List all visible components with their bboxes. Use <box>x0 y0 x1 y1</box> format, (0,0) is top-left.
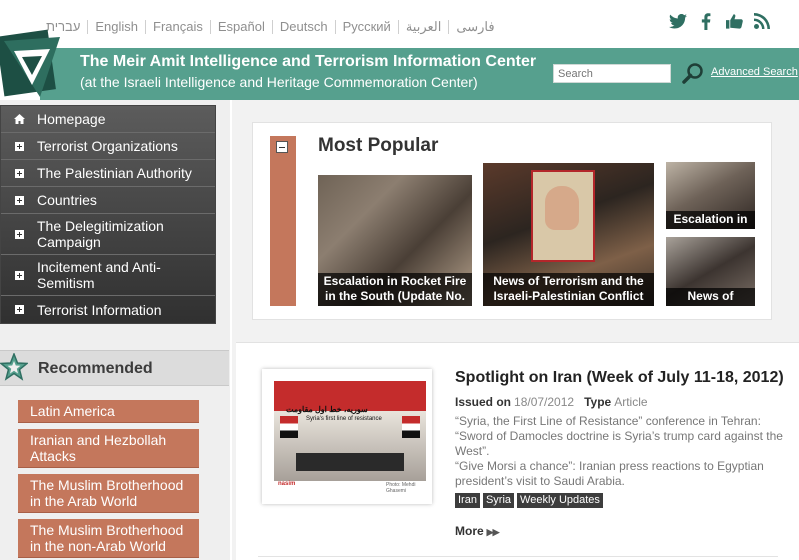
issued-label: Issued on <box>455 395 512 409</box>
lang-arabic[interactable]: العربية <box>399 20 450 34</box>
expand-icon <box>1 168 37 178</box>
facebook-icon[interactable] <box>697 12 715 30</box>
social-links <box>669 12 771 30</box>
type-value: Article <box>614 395 648 409</box>
image-brand: nasim <box>278 481 296 487</box>
popular-item-caption[interactable]: News of Terrorism and the Israeli-Palest… <box>483 273 654 306</box>
article-image[interactable]: سوريه، خط اول مقاومت Syria's first line … <box>274 381 426 492</box>
popular-item-caption[interactable]: News of <box>666 288 755 306</box>
main-nav: Homepage Terrorist Organizations The Pal… <box>0 105 216 324</box>
expand-icon <box>1 141 37 151</box>
expand-icon <box>1 305 37 314</box>
most-popular-title: Most Popular <box>318 135 439 156</box>
article-tags: Iran Syria Weekly Updates <box>455 493 603 508</box>
poster-portrait <box>545 186 579 230</box>
nav-item-palestinian-authority[interactable]: The Palestinian Authority <box>1 160 215 187</box>
issued-date: 18/07/2012 <box>514 395 575 409</box>
like-icon[interactable] <box>725 12 743 30</box>
nav-item-incitement[interactable]: Incitement and Anti-Semitism <box>1 255 215 296</box>
lang-russian[interactable]: Русский <box>336 20 399 34</box>
star-icon <box>0 351 30 381</box>
popular-item-1[interactable]: Escalation in Rocket Fire in the South (… <box>318 175 472 306</box>
nav-item-delegitimization[interactable]: The Delegitimization Campaign <box>1 214 215 255</box>
recommended-list: Latin America Iranian and Hezbollah Atta… <box>18 400 199 560</box>
recommended-item[interactable]: The Muslim Brotherhood in the Arab World <box>18 474 199 513</box>
nav-item-label: Terrorist Information <box>37 301 162 318</box>
type-label: Type <box>584 395 612 409</box>
site-logo[interactable] <box>0 27 72 103</box>
home-icon <box>1 114 37 124</box>
popular-item-caption[interactable]: Escalation in <box>666 211 755 229</box>
article-title[interactable]: Spotlight on Iran (Week of July 11-18, 2… <box>455 369 784 387</box>
nav-item-label: The Delegitimization Campaign <box>37 218 164 250</box>
popular-item-caption[interactable]: Escalation in Rocket Fire in the South (… <box>318 273 472 306</box>
nav-item-label: Countries <box>37 192 97 208</box>
flag-icon <box>402 416 420 438</box>
recommended-title: Recommended <box>38 360 153 377</box>
popular-item-3[interactable]: Escalation in <box>666 162 755 229</box>
search-icon[interactable] <box>682 62 704 84</box>
nav-item-countries[interactable]: Countries <box>1 187 215 214</box>
recommended-item[interactable]: The Muslim Brotherhood in the non-Arab W… <box>18 519 199 558</box>
lang-english[interactable]: English <box>88 20 147 34</box>
article-summary: “Syria, the First Line of Resistance” co… <box>455 414 785 489</box>
nav-item-label: Homepage <box>37 111 106 127</box>
flag-icon <box>280 416 298 438</box>
lang-french[interactable]: Français <box>146 20 211 34</box>
nav-item-label: Terrorist Organizations <box>37 138 178 154</box>
nav-item-label: The Palestinian Authority <box>37 165 192 181</box>
panel-side-bar <box>270 136 296 306</box>
rss-icon[interactable] <box>753 12 771 30</box>
site-title[interactable]: The Meir Amit Intelligence and Terrorism… <box>80 53 536 71</box>
article-meta: Issued on 18/07/2012 Type Article <box>455 395 658 409</box>
image-credit: Photo: Mehdi Ghasemi <box>386 482 416 492</box>
summary-line: “Sword of Damocles doctrine is Syria’s t… <box>455 429 783 458</box>
recommended-item[interactable]: Iranian and Hezbollah Attacks <box>18 429 199 468</box>
expand-icon <box>1 270 37 280</box>
image-banner-subtext: Syria's first line of resistance <box>306 416 382 422</box>
tag-iran[interactable]: Iran <box>455 493 480 508</box>
nav-item-homepage[interactable]: Homepage <box>1 106 215 133</box>
lang-spanish[interactable]: Español <box>211 20 273 34</box>
site-subtitle: (at the Israeli Intelligence and Heritag… <box>80 74 478 90</box>
language-bar: עברית English Français Español Deutsch Р… <box>46 18 502 36</box>
tag-weekly-updates[interactable]: Weekly Updates <box>517 493 603 508</box>
nav-item-terrorist-information[interactable]: Terrorist Information <box>1 296 215 323</box>
nav-item-terrorist-organizations[interactable]: Terrorist Organizations <box>1 133 215 160</box>
lang-german[interactable]: Deutsch <box>273 20 336 34</box>
popular-item-4[interactable]: News of <box>666 237 755 306</box>
recommended-item[interactable]: Latin America <box>18 400 199 423</box>
nav-item-label: Incitement and Anti-Semitism <box>37 259 161 291</box>
summary-line: “Syria, the First Line of Resistance” co… <box>455 414 761 428</box>
tag-syria[interactable]: Syria <box>482 493 515 508</box>
collapse-icon[interactable] <box>276 141 288 153</box>
twitter-icon[interactable] <box>669 12 687 30</box>
image-banner-text: سوريه، خط اول مقاومت <box>286 405 368 414</box>
double-arrow-icon: ▶▶ <box>486 527 500 537</box>
divider <box>258 556 778 557</box>
expand-icon <box>1 229 37 239</box>
more-link[interactable]: More ▶▶ <box>455 524 500 538</box>
summary-line: “Give Morsi a chance”: Iranian press rea… <box>455 459 764 488</box>
expand-icon <box>1 195 37 205</box>
lang-persian[interactable]: فارسی <box>449 20 501 34</box>
advanced-search-link[interactable]: Advanced Search <box>711 66 798 78</box>
more-label: More <box>455 524 484 538</box>
search-input[interactable] <box>553 64 671 83</box>
